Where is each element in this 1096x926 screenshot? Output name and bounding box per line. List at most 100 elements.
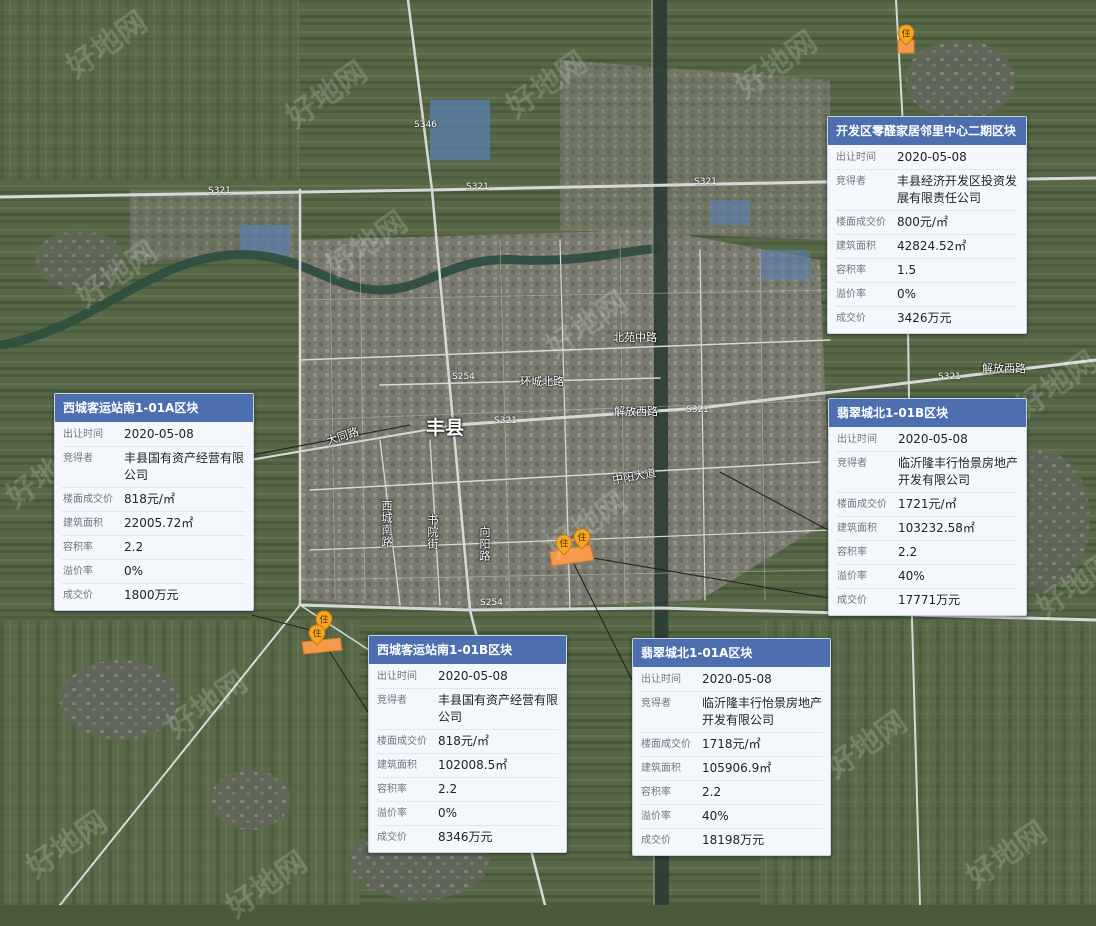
row-key: 容积率 xyxy=(641,787,671,798)
row-key: 溢价率 xyxy=(641,811,671,822)
row-key: 容积率 xyxy=(836,265,866,276)
row-key: 竞得者 xyxy=(836,176,866,187)
row-value: 8346万元 xyxy=(438,830,493,844)
row-value: 40% xyxy=(702,809,729,823)
row-value: 1.5 xyxy=(897,263,917,277)
row-value: 丰县国有资产经营有限公司 xyxy=(438,693,559,724)
road-label-s321: S321 xyxy=(494,416,517,426)
row-value: 2020-05-08 xyxy=(897,150,967,164)
row-value: 18198万元 xyxy=(702,833,765,847)
card-title: 翡翠城北1-01B区块 xyxy=(829,399,1026,427)
row-value: 1718元/㎡ xyxy=(702,737,761,751)
row-key: 楼面成交价 xyxy=(837,499,887,510)
road-label-xiangyang: 向阳路 xyxy=(478,526,491,562)
row-value: 2.2 xyxy=(898,545,918,559)
row-key: 竞得者 xyxy=(837,458,867,469)
road-label-s321: S321 xyxy=(686,405,709,415)
row-value: 2020-05-08 xyxy=(124,427,194,441)
row-value: 2.2 xyxy=(702,785,722,799)
row-key: 出让时间 xyxy=(63,429,103,440)
land-info-card[interactable]: 翡翠城北1-01B区块 出让时间 2020-05-08 竞得者 临沂隆丰行怡景房地产… xyxy=(828,398,1027,616)
row-key: 容积率 xyxy=(377,784,407,795)
row-value: 2.2 xyxy=(124,540,144,554)
row-key: 容积率 xyxy=(837,547,867,558)
row-key: 成交价 xyxy=(837,595,867,606)
row-key: 建筑面积 xyxy=(837,523,877,534)
row-value: 17771万元 xyxy=(898,593,961,607)
row-key: 溢价率 xyxy=(836,289,866,300)
svg-text:住: 住 xyxy=(559,538,568,550)
row-key: 出让时间 xyxy=(836,152,876,163)
road-label-jiefang: 解放西路 xyxy=(982,362,1026,375)
card-title: 西城客运站南1-01B区块 xyxy=(369,636,566,664)
row-value: 818元/㎡ xyxy=(438,734,489,748)
road-label-s254: S254 xyxy=(452,372,475,382)
row-key: 楼面成交价 xyxy=(836,217,886,228)
road-label-s321: S321 xyxy=(208,186,231,196)
row-value: 22005.72㎡ xyxy=(124,516,194,530)
row-key: 出让时间 xyxy=(837,434,877,445)
svg-text:住: 住 xyxy=(312,628,321,640)
road-label-s321: S321 xyxy=(466,182,489,192)
row-key: 容积率 xyxy=(63,542,93,553)
row-key: 建筑面积 xyxy=(836,241,876,252)
row-value: 丰县经济开发区投资发展有限责任公司 xyxy=(897,174,1018,205)
road-label-s346: S346 xyxy=(414,120,437,130)
row-value: 丰县国有资产经营有限公司 xyxy=(124,451,245,482)
row-value: 42824.52㎡ xyxy=(897,239,967,253)
road-label-huancheng: 环城北路 xyxy=(520,375,564,388)
road-label-jiefang: 解放西路 xyxy=(614,405,658,418)
road-label-xicheng: 西城南路 xyxy=(380,500,393,548)
row-key: 竞得者 xyxy=(641,698,671,709)
row-value: 2020-05-08 xyxy=(898,432,968,446)
row-value: 102008.5㎡ xyxy=(438,758,508,772)
row-key: 溢价率 xyxy=(63,566,93,577)
svg-text:住: 住 xyxy=(901,28,910,40)
row-value: 2.2 xyxy=(438,782,458,796)
row-key: 楼面成交价 xyxy=(63,494,113,505)
row-value: 临沂隆丰行怡景房地产开发有限公司 xyxy=(702,696,823,727)
svg-text:住: 住 xyxy=(577,532,586,544)
row-value: 103232.58㎡ xyxy=(898,521,975,535)
row-value: 临沂隆丰行怡景房地产开发有限公司 xyxy=(898,456,1019,487)
row-key: 成交价 xyxy=(641,835,671,846)
row-key: 竞得者 xyxy=(377,695,407,706)
row-key: 成交价 xyxy=(63,590,93,601)
land-info-card[interactable]: 西城客运站南1-01A区块 出让时间 2020-05-08 竞得者 丰县国有资产经营… xyxy=(54,393,254,611)
row-key: 建筑面积 xyxy=(63,518,103,529)
land-info-card[interactable]: 开发区零醛家居邻里中心二期区块 出让时间 2020-05-08 竞得者 丰县经济开发… xyxy=(827,116,1027,334)
row-value: 40% xyxy=(898,569,925,583)
row-value: 2020-05-08 xyxy=(702,672,772,686)
row-key: 建筑面积 xyxy=(641,763,681,774)
card-title: 开发区零醛家居邻里中心二期区块 xyxy=(828,117,1026,145)
row-key: 成交价 xyxy=(377,832,407,843)
row-key: 成交价 xyxy=(836,313,866,324)
row-key: 楼面成交价 xyxy=(377,736,427,747)
row-key: 楼面成交价 xyxy=(641,739,691,750)
road-label-s321: S321 xyxy=(938,372,961,382)
card-title: 翡翠城北1-01A区块 xyxy=(633,639,830,667)
row-value: 1800万元 xyxy=(124,588,179,602)
row-value: 818元/㎡ xyxy=(124,492,175,506)
row-key: 建筑面积 xyxy=(377,760,417,771)
row-value: 0% xyxy=(897,287,917,301)
residential-pin-icon[interactable]: 住 xyxy=(306,624,328,646)
land-info-card[interactable]: 西城客运站南1-01B区块 出让时间 2020-05-08 竞得者 丰县国有资产经营… xyxy=(368,635,567,853)
road-label-shuyuan: 书院街 xyxy=(426,514,439,550)
row-key: 溢价率 xyxy=(837,571,867,582)
row-key: 竞得者 xyxy=(63,453,93,464)
row-value: 0% xyxy=(124,564,144,578)
row-key: 出让时间 xyxy=(641,674,681,685)
residential-pin-icon[interactable]: 住 xyxy=(571,528,593,550)
land-info-card[interactable]: 翡翠城北1-01A区块 出让时间 2020-05-08 竞得者 临沂隆丰行怡景房地产… xyxy=(632,638,831,856)
row-value: 800元/㎡ xyxy=(897,215,948,229)
residential-pin-icon[interactable]: 住 xyxy=(895,24,917,46)
road-label-beiyuan: 北苑中路 xyxy=(613,331,657,344)
row-value: 0% xyxy=(438,806,458,820)
row-value: 2020-05-08 xyxy=(438,669,508,683)
row-key: 出让时间 xyxy=(377,671,417,682)
row-value: 1721元/㎡ xyxy=(898,497,957,511)
road-label-s321: S321 xyxy=(694,177,717,187)
card-title: 西城客运站南1-01A区块 xyxy=(55,394,253,422)
city-label: 丰县 xyxy=(426,417,465,439)
